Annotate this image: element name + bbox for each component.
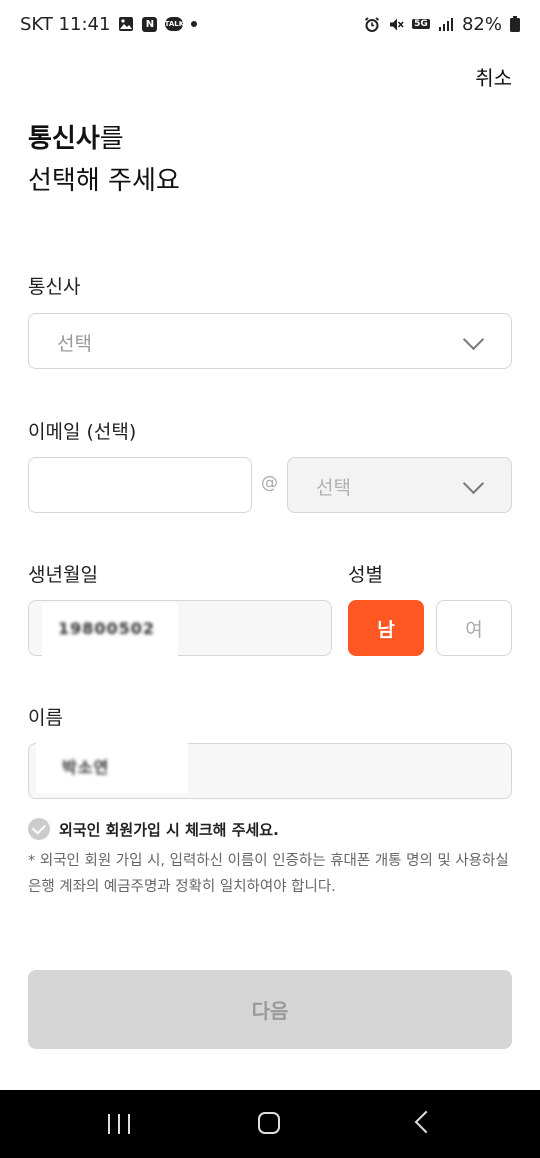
birth-value: 19800502: [58, 619, 156, 638]
status-bar-right: 5G 82%: [364, 12, 520, 36]
battery-percent: 82%: [461, 13, 502, 35]
gallery-icon: [118, 16, 134, 32]
battery-icon: [510, 16, 520, 32]
at-sign: @: [261, 473, 278, 493]
home-icon[interactable]: [258, 1112, 280, 1134]
carrier-label: 통신사: [28, 276, 81, 298]
signal-icon: [438, 16, 454, 32]
kakaotalk-icon: TALK: [165, 17, 184, 31]
title-line2: 선택해 주세요: [28, 166, 180, 196]
chevron-down-icon: [462, 328, 485, 351]
name-redaction: 박소연: [36, 738, 188, 793]
birth-label: 생년월일: [28, 564, 98, 586]
gender-male-button[interactable]: 남: [348, 600, 424, 656]
mute-icon: [388, 16, 404, 32]
foreigner-notice: * 외국인 회원 가입 시, 입력하신 이름이 인증하는 휴대폰 개통 명의 및…: [28, 853, 509, 895]
title-bold: 통신사: [28, 124, 100, 154]
title-particle: 를: [99, 124, 124, 154]
email-label: 이메일 (선택): [28, 421, 137, 443]
birth-redaction: 19800502: [42, 603, 178, 657]
carrier-placeholder: 선택: [57, 333, 92, 355]
network-5g-icon: 5G: [412, 16, 430, 32]
chevron-down-icon: [462, 472, 485, 495]
email-domain-select[interactable]: 선택: [287, 457, 512, 513]
gender-label: 성별: [348, 564, 383, 586]
carrier-select[interactable]: 선택: [28, 313, 512, 369]
foreigner-checkbox[interactable]: 외국인 회원가입 시 체크해 주세요.: [28, 818, 279, 840]
check-icon: [28, 818, 50, 840]
name-value: 박소연: [62, 758, 110, 777]
email-id-input[interactable]: [28, 457, 252, 513]
naver-icon: N: [142, 16, 158, 32]
alarm-icon: [364, 16, 380, 32]
next-button[interactable]: 다음: [28, 970, 512, 1049]
email-domain-placeholder: 선택: [316, 477, 351, 499]
recents-icon[interactable]: [108, 1114, 130, 1134]
gender-female-button[interactable]: 여: [436, 600, 512, 656]
cancel-button[interactable]: 취소: [475, 62, 512, 91]
network-type: 5G: [412, 19, 430, 29]
carrier-time: SKT 11:41: [20, 13, 111, 35]
notification-dot-icon: [191, 21, 198, 27]
foreigner-checkbox-label: 외국인 회원가입 시 체크해 주세요.: [59, 820, 279, 839]
page-title: 통신사를 선택해 주세요: [28, 118, 180, 202]
status-bar-left: SKT 11:41 N TALK: [20, 12, 198, 36]
name-label: 이름: [28, 707, 63, 729]
